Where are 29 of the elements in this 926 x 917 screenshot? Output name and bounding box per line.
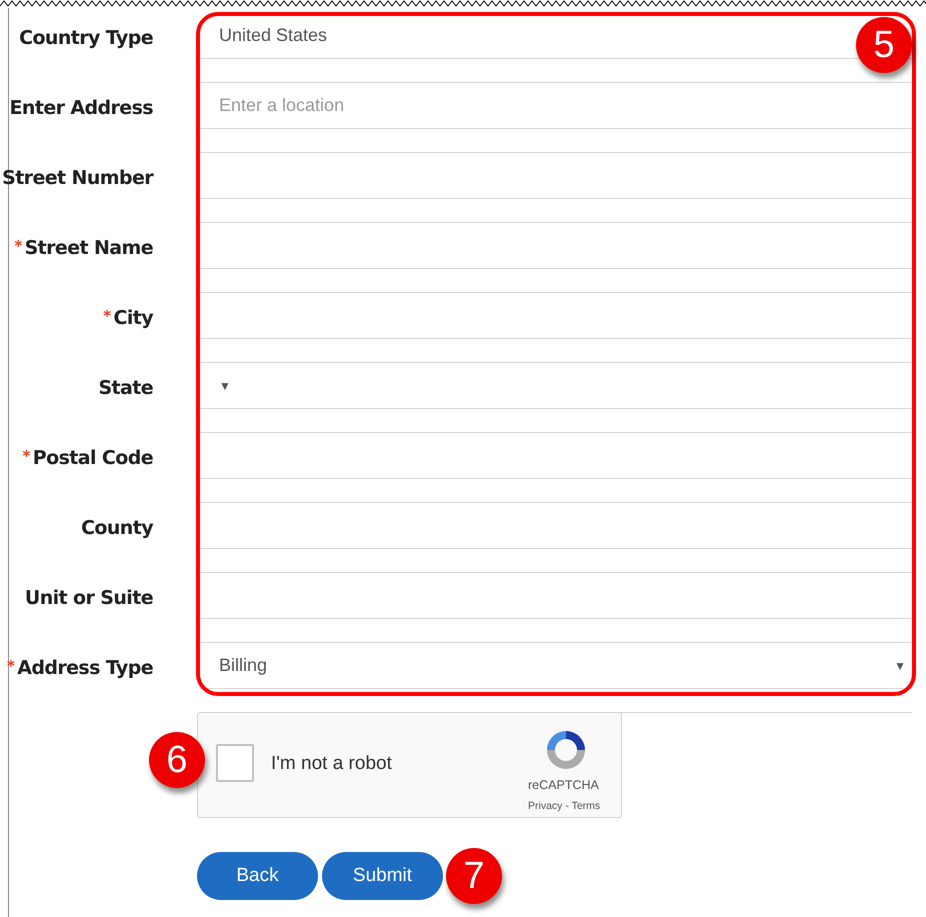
step-badge: 6 bbox=[149, 732, 205, 788]
required-marker: * bbox=[103, 307, 110, 325]
caret-icon: ▼ bbox=[894, 658, 906, 672]
input-field[interactable]: Enter a location bbox=[200, 83, 912, 128]
field-label: Street Name bbox=[24, 237, 153, 259]
field-label: Enter Address bbox=[10, 97, 153, 119]
field-label: Postal Code bbox=[32, 447, 153, 469]
caret-icon: ▼ bbox=[219, 378, 231, 392]
field-label: City bbox=[113, 307, 153, 329]
select-field[interactable]: Billing ▼ bbox=[200, 643, 912, 688]
checkbox-label: I'm not a robot bbox=[271, 753, 392, 775]
required-marker: * bbox=[6, 657, 14, 675]
brand-text: reCAPTCHA bbox=[528, 778, 599, 792]
field-label: State bbox=[98, 377, 153, 399]
privacy-terms-link[interactable]: Privacy - Terms bbox=[528, 800, 600, 812]
submit-button[interactable]: Submit bbox=[322, 852, 443, 900]
select-field[interactable]: United States bbox=[200, 13, 334, 58]
field-label: Street Number bbox=[2, 167, 153, 189]
field-label: Unit or Suite bbox=[24, 587, 153, 609]
select-field[interactable]: ▼ bbox=[200, 363, 912, 408]
field-label: Address Type bbox=[17, 657, 153, 679]
field-label: County bbox=[81, 517, 153, 539]
step-badge: 5 bbox=[856, 17, 912, 73]
step-badge: 7 bbox=[446, 848, 502, 904]
field-label: Country Type bbox=[19, 27, 153, 49]
required-marker: * bbox=[22, 447, 30, 465]
required-marker: * bbox=[14, 237, 22, 255]
checkbox[interactable] bbox=[216, 744, 254, 782]
back-button[interactable]: Back bbox=[197, 852, 318, 900]
